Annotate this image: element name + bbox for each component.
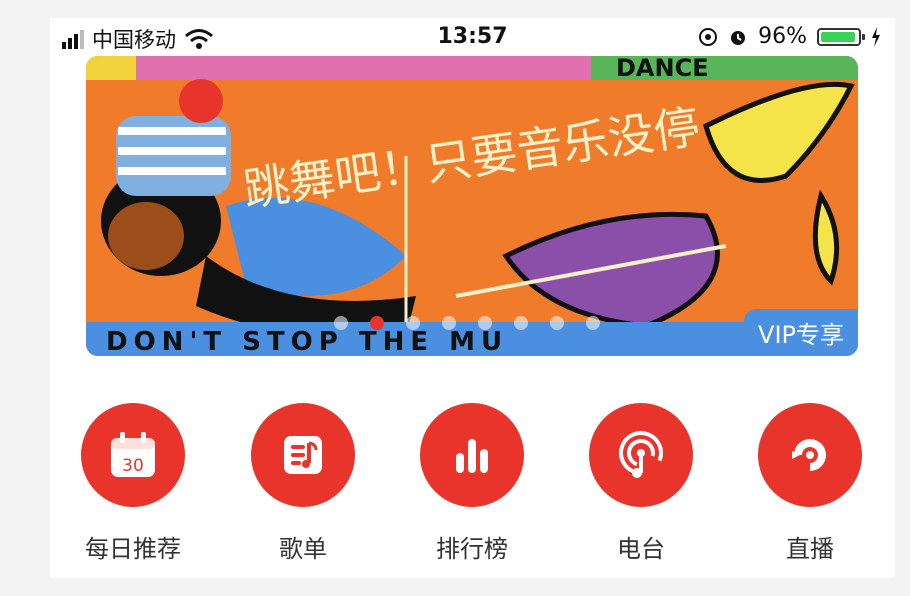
vip-badge: VIP专享 [744,309,858,356]
charging-icon [872,26,880,47]
carousel-dot[interactable] [334,316,348,330]
nav-icon-circle[interactable] [420,403,524,507]
carousel-dot[interactable] [586,316,600,330]
nav-item-playlist[interactable]: 歌单 [233,403,373,564]
playlist-icon [284,436,322,474]
nav-item-daily[interactable]: 30 每日推荐 [63,403,203,564]
nav-icon-circle[interactable] [758,403,862,507]
carousel-indicator [334,316,600,330]
nav-icon-circle[interactable] [251,403,355,507]
live-icon [792,439,826,471]
nav-item-live[interactable]: 直播 [740,403,880,564]
carousel-dot-active[interactable] [370,316,384,330]
battery-percent: 96% [758,24,807,49]
calendar-icon: 30 [111,432,155,477]
chart-icon [456,439,488,473]
carousel-dot[interactable] [478,316,492,330]
alarm-icon [731,30,746,45]
carousel-dot[interactable] [442,316,456,330]
status-right: 96% [698,24,881,49]
nav-icon-circle[interactable]: 30 [81,403,185,507]
nav-label: 电台 [617,535,665,563]
nav-label: 每日推荐 [85,535,181,563]
location-lock-icon [699,27,718,46]
promo-banner[interactable]: DANCE 跳舞吧！只要音乐没停 DON'T STOP THE MU VIP专享 [86,56,858,356]
nav-label: 歌单 [279,535,327,563]
artwork-text-bottom: DON'T STOP THE MU [106,327,508,356]
nav-item-radio[interactable]: 电台 [571,403,711,564]
phone-screen: 中国移动 13:57 96% DANCE 跳舞吧！只要音乐没停 DON'T ST… [50,18,895,578]
nav-label: 排行榜 [436,535,508,563]
nav-label: 直播 [786,535,834,563]
nav-icon-circle[interactable] [589,403,693,507]
carousel-dot[interactable] [514,316,528,330]
radio-icon [619,431,663,478]
calendar-day: 30 [122,456,144,476]
banner-artwork: DANCE 跳舞吧！只要音乐没停 DON'T STOP THE MU [86,56,858,356]
status-bar: 中国移动 13:57 96% [50,18,895,58]
carousel-dot[interactable] [550,316,564,330]
nav-item-charts[interactable]: 排行榜 [402,403,542,564]
artwork-text-top: DANCE [616,56,709,82]
battery-icon [817,27,865,46]
carousel-dot[interactable] [406,316,420,330]
